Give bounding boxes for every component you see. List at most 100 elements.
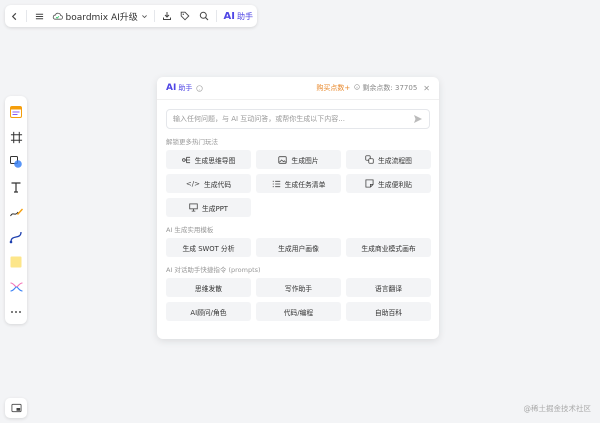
generate-sticky-note-button[interactable]: 生成便利贴 <box>346 174 431 193</box>
remaining-points: 剩余点数: 37705 <box>354 83 417 93</box>
card-label: 生成图片 <box>291 156 319 165</box>
prompt-translate-button[interactable]: 语言翻译 <box>346 278 431 297</box>
card-label: 生成思维导图 <box>194 156 236 165</box>
hot-features-grid: 生成思维导图 生成图片 生成流程图 </> 生成代码 生成任务清单 生成便利贴 … <box>166 150 431 217</box>
checklist-icon <box>272 180 280 187</box>
close-icon[interactable]: ✕ <box>423 84 430 93</box>
card-label: 生成流程图 <box>378 156 412 165</box>
watermark: @稀土掘金技术社区 <box>523 404 592 413</box>
generate-task-list-button[interactable]: 生成任务清单 <box>256 174 341 193</box>
presentation-icon <box>189 203 198 212</box>
search-button[interactable] <box>194 5 212 27</box>
ai-assistant-button[interactable]: AI 助手 <box>220 11 257 22</box>
frame-tool[interactable] <box>5 125 27 150</box>
generate-persona-button[interactable]: 生成用户画像 <box>256 238 341 257</box>
pen-tool[interactable] <box>5 200 27 225</box>
generate-business-canvas-button[interactable]: 生成商业模式画布 <box>346 238 431 257</box>
prompt-coding-button[interactable]: 代码/编程 <box>256 302 341 321</box>
card-label: 生成 SWOT 分析 <box>182 244 235 253</box>
mindmap-icon <box>9 282 23 292</box>
left-toolbar <box>5 96 27 324</box>
panel-title: 助手 <box>178 84 193 92</box>
document-title: boardmix AI升级 <box>65 12 138 23</box>
chevron-left-icon <box>11 12 16 20</box>
generate-flowchart-button[interactable]: 生成流程图 <box>346 150 431 169</box>
tag-icon <box>180 11 190 21</box>
hamburger-icon <box>35 13 43 19</box>
chevron-down-icon <box>141 14 147 18</box>
help-icon[interactable] <box>196 84 203 92</box>
image-icon <box>278 155 288 164</box>
prompt-brainstorm-button[interactable]: 思维发散 <box>166 278 251 297</box>
mindmap-tool[interactable] <box>5 274 27 299</box>
card-label: 思维发散 <box>194 284 223 293</box>
card-label: 生成便利贴 <box>378 180 412 189</box>
more-tools-button[interactable] <box>5 299 27 324</box>
card-label: 生成用户画像 <box>278 244 319 253</box>
generate-code-button[interactable]: </> 生成代码 <box>166 174 251 193</box>
divider <box>26 10 28 22</box>
cloud-icon <box>52 12 63 20</box>
prompt-writing-button[interactable]: 写作助手 <box>256 278 341 297</box>
ai-assistant-label: 助手 <box>237 11 254 21</box>
tag-button[interactable] <box>176 5 194 27</box>
divider <box>153 10 155 22</box>
minimap-button[interactable] <box>5 398 27 418</box>
back-button[interactable] <box>5 5 23 27</box>
divider <box>215 10 217 22</box>
generate-image-button[interactable]: 生成图片 <box>256 150 341 169</box>
remaining-points-label: 剩余点数: 37705 <box>362 84 418 92</box>
card-label: 生成任务清单 <box>284 180 326 189</box>
info-icon <box>354 84 360 90</box>
card-label: 代码/编程 <box>283 308 314 317</box>
card-label: 生成商业模式画布 <box>361 244 416 253</box>
section-title-hot-features: 解锁更多热门玩法 <box>166 138 218 146</box>
card-label: 生成代码 <box>203 180 232 189</box>
download-button[interactable] <box>158 5 176 27</box>
card-label: 自助百科 <box>374 308 403 317</box>
buy-points-link[interactable]: 购买点数+ <box>316 83 350 93</box>
buy-points-label: 购买点数 <box>316 84 345 92</box>
connector-tool[interactable] <box>5 224 27 249</box>
send-icon[interactable] <box>413 114 423 124</box>
pen-icon <box>9 208 23 217</box>
generate-swot-button[interactable]: 生成 SWOT 分析 <box>166 238 251 257</box>
card-label: 写作助手 <box>284 284 313 293</box>
prompt-encyclopedia-button[interactable]: 自助百科 <box>346 302 431 321</box>
generate-mindmap-button[interactable]: 生成思维导图 <box>166 150 251 169</box>
generate-ppt-button[interactable]: 生成PPT <box>166 198 251 217</box>
code-icon: </> <box>185 179 200 188</box>
panel-header: AI 助手 购买点数+ 剩余点数: 37705 ✕ <box>157 77 439 100</box>
sticky-note-tool[interactable] <box>5 249 27 274</box>
download-icon <box>162 12 171 20</box>
sticky-note-icon <box>10 256 22 268</box>
mindmap-icon <box>181 156 190 163</box>
document-title-button[interactable]: boardmix AI升级 <box>49 10 151 23</box>
ai-prompt-input[interactable]: 输入任何问题，与 AI 互动问答，或帮你生成以下内容... <box>166 109 430 129</box>
search-icon <box>199 11 208 21</box>
ai-prompt-placeholder: 输入任何问题，与 AI 互动问答，或帮你生成以下内容... <box>173 115 345 123</box>
shape-icon <box>10 156 22 169</box>
prompt-advisor-button[interactable]: AI顾问/角色 <box>166 302 251 321</box>
section-title-templates: AI 生成实用模板 <box>166 226 214 234</box>
plus-icon: + <box>344 84 351 92</box>
templates-grid: 生成 SWOT 分析 生成用户画像 生成商业模式画布 <box>166 238 431 257</box>
text-icon <box>11 182 21 193</box>
sticky-note-icon <box>365 179 374 188</box>
card-label: 语言翻译 <box>374 284 403 293</box>
ai-logo: AI <box>166 83 177 93</box>
template-tool[interactable] <box>5 100 27 125</box>
card-label: 生成PPT <box>202 204 228 213</box>
minimap-icon <box>11 403 21 413</box>
connector-icon <box>9 231 22 244</box>
menu-button[interactable] <box>30 5 48 27</box>
text-tool[interactable] <box>5 175 27 200</box>
flowchart-icon <box>365 155 374 164</box>
more-icon <box>11 310 21 313</box>
card-label: AI顾问/角色 <box>190 308 227 317</box>
section-title-prompts: AI 对话助手快捷指令 (prompts) <box>166 266 261 274</box>
top-toolbar: boardmix AI升级 AI 助手 <box>5 5 257 27</box>
points-area: 购买点数+ 剩余点数: 37705 ✕ <box>316 83 430 93</box>
prompts-grid: 思维发散 写作助手 语言翻译 AI顾问/角色 代码/编程 自助百科 <box>166 278 431 321</box>
shape-tool[interactable] <box>5 150 27 175</box>
